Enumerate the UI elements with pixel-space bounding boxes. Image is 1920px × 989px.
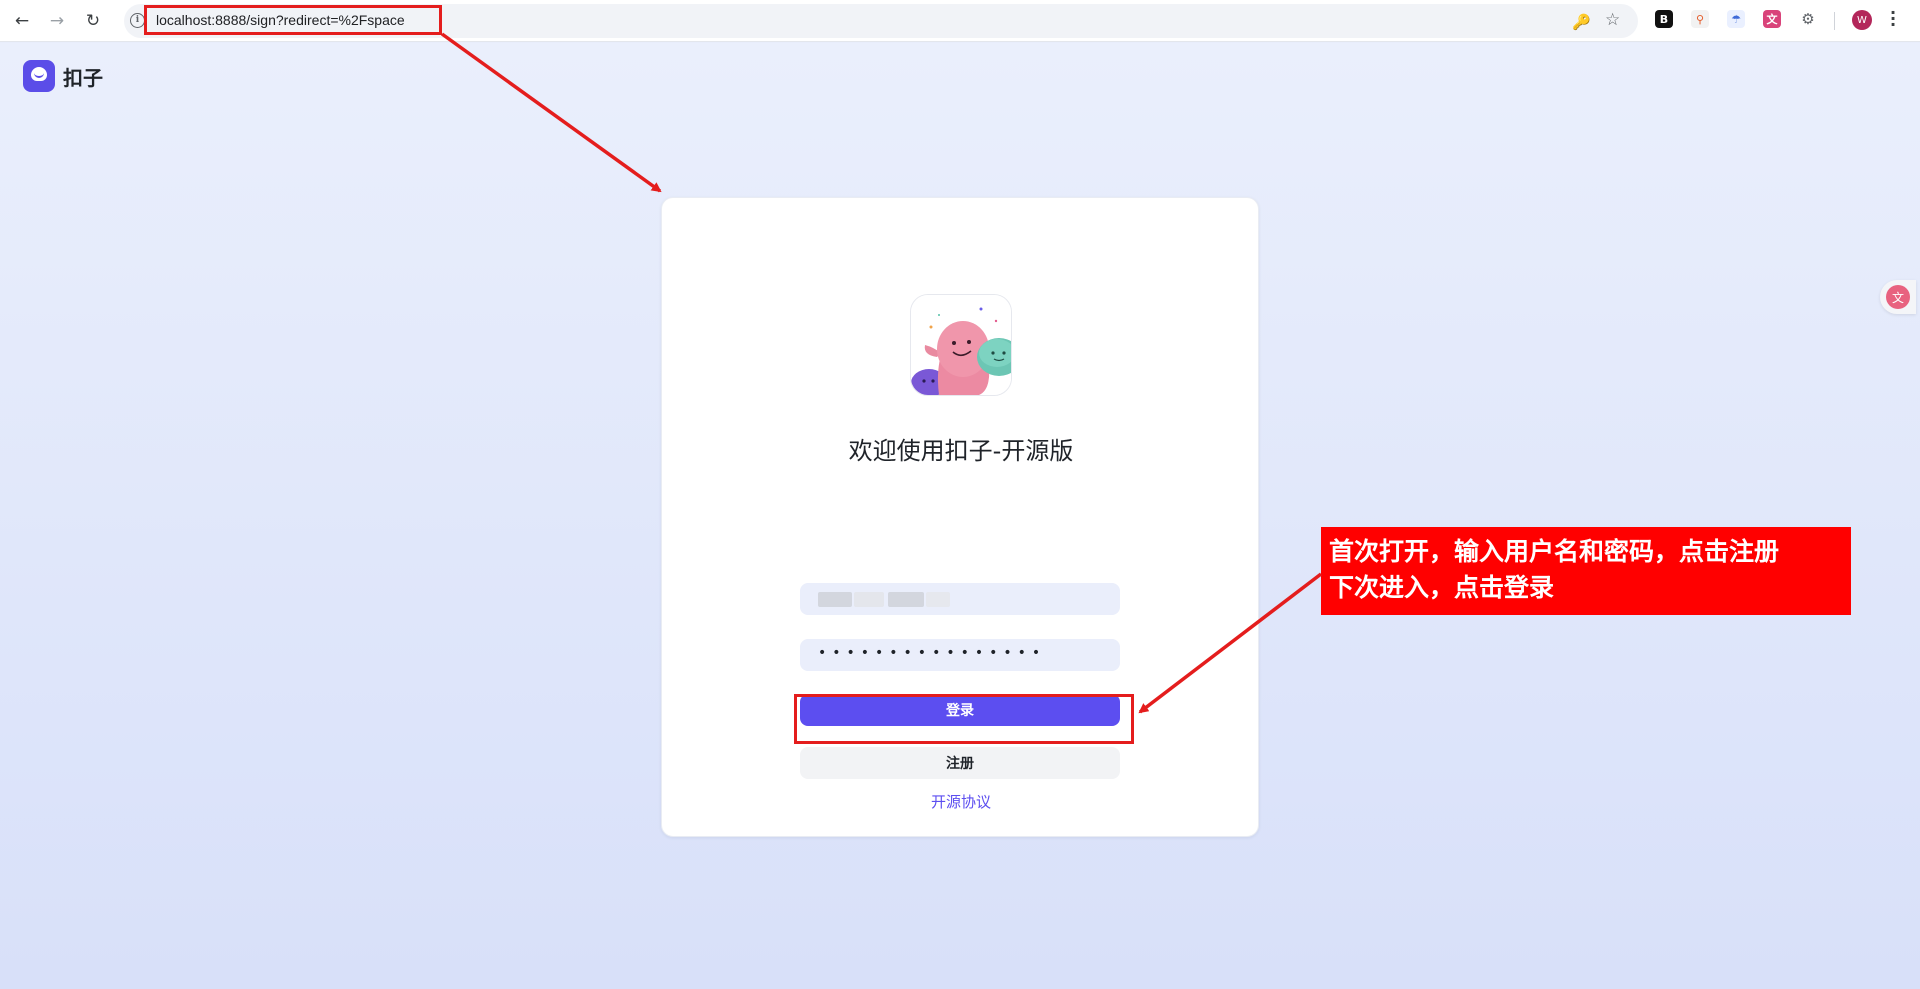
username-blur-block [854,592,884,607]
extension-b-icon[interactable]: B [1655,10,1673,28]
extension-translate-icon[interactable]: 文 [1763,10,1781,28]
brand-name: 扣子 [63,65,103,90]
mascot-illustration [911,295,1011,395]
annotation-line-2: 下次进入，点击登录 [1329,573,1555,602]
username-blur-block [888,592,924,607]
mascot-image [910,294,1012,396]
extensions-puzzle-icon[interactable]: ⚙ [1799,10,1817,28]
brand-header[interactable]: 扣子 [23,60,103,92]
site-info-icon[interactable]: i [130,13,145,28]
username-input[interactable] [800,583,1120,615]
username-blur-block [818,592,852,607]
page-title: 欢迎使用扣子-开源版 [848,437,1074,465]
forward-icon[interactable]: → [44,8,70,34]
page-background: 扣子 欢迎使用扣子-开源版 •••••••••••••••• 登录 注册 开源协… [0,43,1920,989]
annotation-note: 首次打开，输入用户名和密码，点击注册 下次进入，点击登录 [1321,527,1851,615]
extension-ghost-icon[interactable]: ☂ [1727,10,1745,28]
toolbar-divider [1834,12,1835,30]
password-mask: •••••••••••••••• [818,645,1047,661]
password-input[interactable]: •••••••••••••••• [800,639,1120,671]
username-blur-block [926,592,950,607]
brand-logo-icon [23,60,55,92]
extension-bulb-icon[interactable]: ⚲ [1691,10,1709,28]
more-menu-icon[interactable]: · · · [1888,5,1898,33]
reload-icon[interactable]: ↻ [80,8,106,34]
profile-avatar[interactable]: W [1852,10,1872,30]
url-highlight-box [144,5,442,35]
open-source-agreement-link[interactable]: 开源协议 [662,791,1260,812]
register-highlight-box [794,694,1134,744]
translate-float-button[interactable]: 文 [1880,280,1916,314]
annotation-line-1: 首次打开，输入用户名和密码，点击注册 [1329,537,1780,566]
back-icon[interactable]: ← [9,8,35,34]
bookmark-star-icon[interactable]: ☆ [1605,10,1620,30]
register-button[interactable]: 注册 [800,747,1120,779]
translate-icon: 文 [1886,285,1910,309]
password-key-icon[interactable]: 🔑 [1572,13,1591,31]
